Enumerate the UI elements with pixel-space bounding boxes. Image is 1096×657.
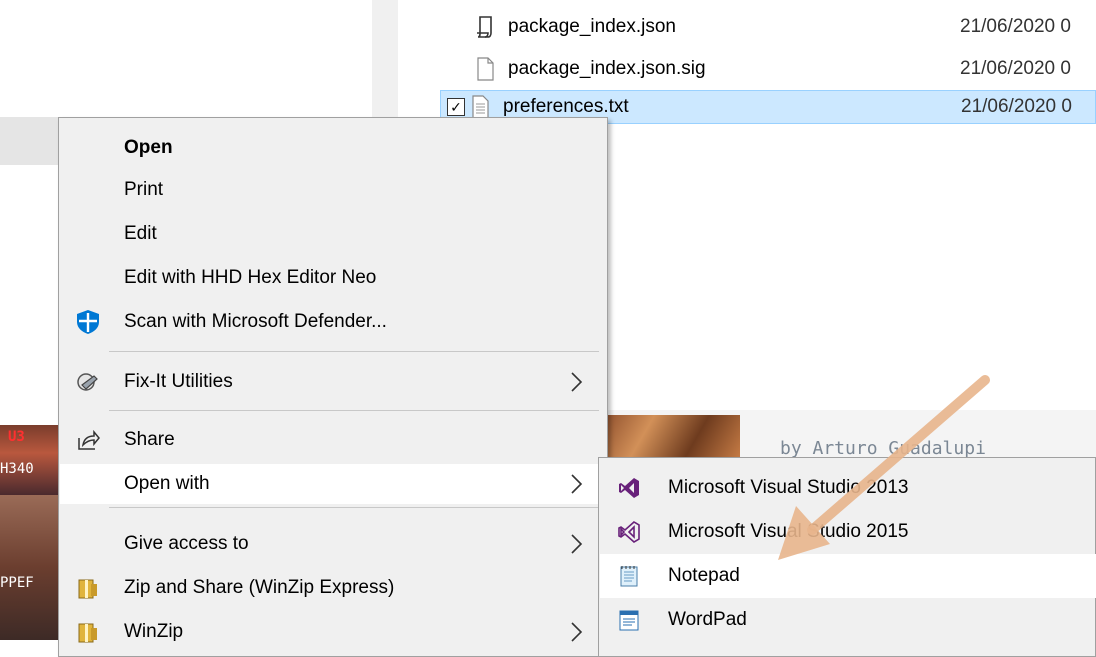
select-checkbox[interactable]: ✓ bbox=[447, 98, 465, 116]
menu-item-label: Open with bbox=[124, 473, 210, 494]
menu-item-winzip-express[interactable]: Zip and Share (WinZip Express) bbox=[60, 568, 606, 608]
visual-studio-2015-icon bbox=[616, 519, 642, 545]
notepad-icon bbox=[616, 563, 642, 589]
file-name: preferences.txt bbox=[503, 96, 629, 117]
visual-studio-2013-icon bbox=[616, 475, 642, 501]
chevron-right-icon bbox=[571, 372, 583, 392]
chevron-right-icon bbox=[571, 534, 583, 554]
submenu-item-label: Microsoft Visual Studio 2015 bbox=[668, 521, 909, 542]
menu-item-label: Fix-It Utilities bbox=[124, 371, 233, 392]
menu-item-edit-hex-editor[interactable]: Edit with HHD Hex Editor Neo bbox=[60, 258, 606, 298]
submenu-item-label: WordPad bbox=[668, 609, 747, 630]
file-date: 21/06/2020 0 bbox=[961, 96, 1072, 117]
menu-separator bbox=[109, 351, 599, 352]
file-name: package_index.json.sig bbox=[508, 58, 706, 79]
blank-file-icon bbox=[474, 56, 496, 82]
open-with-submenu: Microsoft Visual Studio 2013 Microsoft V… bbox=[598, 457, 1096, 657]
thumbnail-text: H340 bbox=[0, 461, 34, 477]
chevron-right-icon bbox=[571, 474, 583, 494]
menu-item-share[interactable]: Share bbox=[60, 420, 606, 460]
menu-separator bbox=[109, 507, 599, 508]
menu-separator bbox=[109, 410, 599, 411]
share-icon bbox=[74, 426, 102, 454]
file-row[interactable]: package_index.json 21/06/2020 0 bbox=[440, 10, 1096, 44]
chevron-right-icon bbox=[571, 622, 583, 642]
file-date: 21/06/2020 0 bbox=[960, 16, 1071, 37]
menu-item-give-access[interactable]: Give access to bbox=[60, 524, 606, 564]
menu-item-label: Edit bbox=[124, 223, 157, 244]
submenu-item-vs2013[interactable]: Microsoft Visual Studio 2013 bbox=[600, 466, 1096, 510]
menu-item-fixit-utilities[interactable]: Fix-It Utilities bbox=[60, 362, 606, 402]
menu-item-label: Scan with Microsoft Defender... bbox=[124, 311, 387, 332]
winzip-icon bbox=[74, 574, 102, 602]
menu-item-label: Print bbox=[124, 179, 164, 200]
thumbnail-image[interactable] bbox=[600, 415, 740, 457]
menu-item-open[interactable]: Open bbox=[60, 128, 606, 168]
menu-item-label: Zip and Share (WinZip Express) bbox=[124, 577, 395, 598]
menu-item-winzip[interactable]: WinZip bbox=[60, 612, 606, 652]
menu-item-label: Edit with HHD Hex Editor Neo bbox=[124, 267, 377, 288]
navigation-selected-item[interactable] bbox=[0, 117, 60, 165]
menu-item-open-with[interactable]: Open with bbox=[60, 464, 606, 504]
submenu-item-label: Notepad bbox=[668, 565, 740, 586]
thumbnail-text: U3 bbox=[8, 429, 25, 445]
left-thumbnail[interactable]: U3 H340 bbox=[0, 425, 60, 495]
script-file-icon bbox=[474, 14, 496, 40]
menu-item-label: Open bbox=[124, 137, 173, 158]
menu-item-edit[interactable]: Edit bbox=[60, 214, 606, 254]
wordpad-icon bbox=[616, 607, 642, 633]
file-date: 21/06/2020 0 bbox=[960, 58, 1071, 79]
thumbnail-text: PPEF bbox=[0, 575, 34, 591]
left-thumbnail[interactable]: PPEF bbox=[0, 495, 60, 640]
thumbnail-caption: by Arturo Guadalupi bbox=[780, 438, 986, 459]
menu-item-label: Give access to bbox=[124, 533, 249, 554]
menu-item-print[interactable]: Print bbox=[60, 170, 606, 210]
file-row[interactable]: package_index.json.sig 21/06/2020 0 bbox=[440, 52, 1096, 86]
winzip-icon bbox=[74, 618, 102, 646]
file-name: package_index.json bbox=[508, 16, 676, 37]
submenu-item-wordpad[interactable]: WordPad bbox=[600, 598, 1096, 642]
submenu-item-label: Microsoft Visual Studio 2013 bbox=[668, 477, 909, 498]
submenu-item-vs2015[interactable]: Microsoft Visual Studio 2015 bbox=[600, 510, 1096, 554]
menu-item-label: Share bbox=[124, 429, 175, 450]
menu-item-scan-defender[interactable]: Scan with Microsoft Defender... bbox=[60, 302, 606, 342]
context-menu: Open Print Edit Edit with HHD Hex Editor… bbox=[58, 117, 608, 657]
defender-shield-icon bbox=[74, 308, 102, 336]
submenu-item-notepad[interactable]: Notepad bbox=[600, 554, 1096, 598]
fixit-wrench-icon bbox=[74, 368, 102, 396]
